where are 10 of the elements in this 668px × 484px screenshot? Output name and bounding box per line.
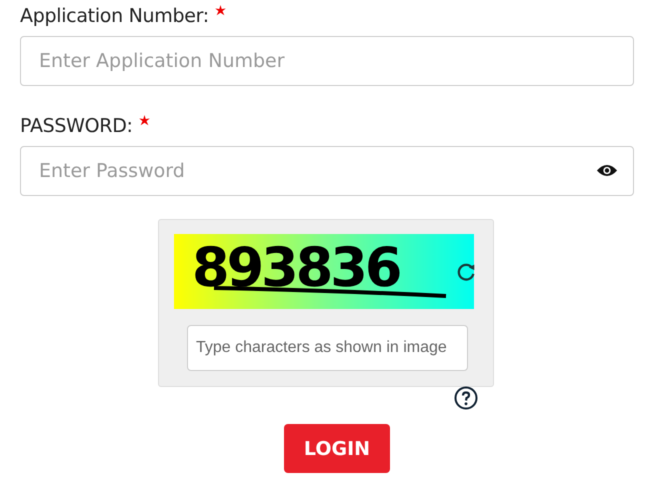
field-label: Application Number: <box>20 4 209 29</box>
input-field[interactable]: Enter Application Number <box>20 36 634 86</box>
show-password-icon[interactable] <box>596 163 618 178</box>
login-button[interactable]: LOGIN <box>284 424 390 473</box>
captcha-image: 893836 <box>174 234 474 309</box>
help-icon[interactable] <box>454 386 478 410</box>
refresh-icon[interactable] <box>455 260 477 282</box>
captcha-field[interactable]: Type characters as shown in image <box>187 325 468 371</box>
field-label: PASSWORD: <box>20 114 133 139</box>
password-field[interactable]: Enter Password <box>20 146 634 196</box>
